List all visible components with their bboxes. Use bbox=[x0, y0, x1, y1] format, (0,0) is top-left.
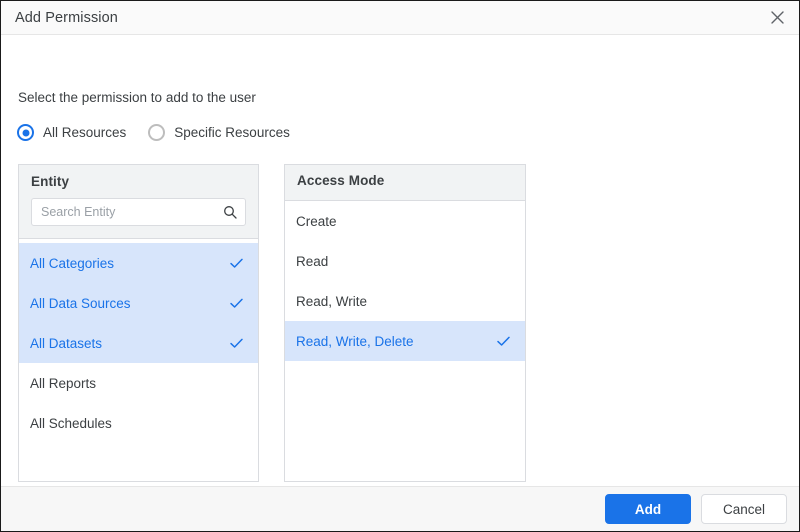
resource-scope-radio-group: All Resources Specific Resources bbox=[17, 124, 290, 141]
entity-list-item[interactable]: All Categories bbox=[19, 243, 258, 283]
list-item-label: All Datasets bbox=[30, 335, 103, 351]
check-icon bbox=[229, 296, 244, 311]
dialog-title: Add Permission bbox=[15, 9, 118, 26]
radio-specific-resources[interactable]: Specific Resources bbox=[148, 124, 290, 141]
list-item-label: Read, Write bbox=[296, 293, 368, 309]
check-icon bbox=[229, 256, 244, 271]
list-item-label: Read bbox=[296, 253, 329, 269]
search-icon[interactable] bbox=[223, 205, 237, 219]
entity-list-item[interactable]: All Datasets bbox=[19, 323, 258, 363]
entity-panel-title: Entity bbox=[31, 174, 70, 189]
entity-list-item[interactable]: All Schedules bbox=[19, 403, 258, 443]
close-icon[interactable] bbox=[763, 4, 791, 32]
access-mode-list-item[interactable]: Read, Write bbox=[285, 281, 525, 321]
entity-panel: Entity All CategoriesAll Data SourcesAll… bbox=[18, 164, 259, 482]
radio-all-resources[interactable]: All Resources bbox=[17, 124, 126, 141]
radio-unselected-icon bbox=[148, 124, 166, 141]
check-icon bbox=[229, 336, 244, 351]
cancel-button[interactable]: Cancel bbox=[701, 494, 787, 524]
list-item-label: Create bbox=[296, 213, 337, 229]
search-entity-input[interactable] bbox=[32, 199, 245, 225]
list-item-label: Read, Write, Delete bbox=[296, 333, 414, 349]
check-icon bbox=[496, 334, 511, 349]
list-item-label: All Data Sources bbox=[30, 295, 131, 311]
add-button[interactable]: Add bbox=[605, 494, 691, 524]
access-mode-panel-title: Access Mode bbox=[297, 173, 385, 188]
dialog-footer: Add Cancel bbox=[1, 486, 799, 531]
radio-all-resources-label: All Resources bbox=[43, 125, 127, 140]
dialog-titlebar: Add Permission bbox=[1, 1, 799, 35]
entity-list-item[interactable]: All Reports bbox=[19, 363, 258, 403]
entity-panel-header: Entity bbox=[19, 165, 258, 239]
radio-specific-resources-label: Specific Resources bbox=[174, 125, 290, 140]
add-permission-dialog: Add Permission Select the permission to … bbox=[0, 0, 800, 532]
radio-selected-icon bbox=[17, 124, 34, 141]
list-item-label: All Schedules bbox=[30, 415, 112, 431]
dialog-body: Select the permission to add to the user… bbox=[1, 35, 799, 486]
access-mode-panel-header: Access Mode bbox=[285, 165, 525, 201]
access-mode-panel: Access Mode Create Read Read, Write Read, W… bbox=[284, 164, 526, 482]
entity-search-wrapper bbox=[31, 198, 246, 226]
entity-list[interactable]: All Categories All Data Sources All Datase… bbox=[19, 239, 258, 481]
access-mode-list-item[interactable]: Create bbox=[285, 201, 525, 241]
access-mode-list-item[interactable]: Read bbox=[285, 241, 525, 281]
list-item-label: All Reports bbox=[30, 375, 97, 391]
list-item-label: All Categories bbox=[30, 255, 115, 271]
dialog-subtitle: Select the permission to add to the user bbox=[18, 90, 256, 105]
access-mode-list[interactable]: Create Read Read, Write Read, Write, Delete bbox=[285, 201, 525, 481]
entity-list-item[interactable]: All Data Sources bbox=[19, 283, 258, 323]
access-mode-list-item[interactable]: Read, Write, Delete bbox=[285, 321, 525, 361]
